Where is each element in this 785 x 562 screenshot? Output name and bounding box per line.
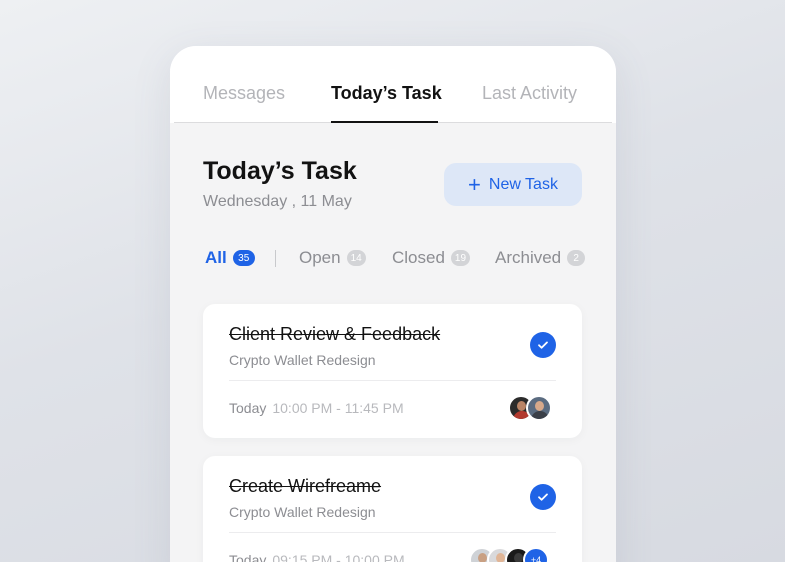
active-tab-indicator xyxy=(331,121,438,123)
filter-separator xyxy=(275,250,276,267)
task-day: Today xyxy=(229,552,267,562)
task-done-checkbox[interactable] xyxy=(530,332,556,358)
page-date: Wednesday , 11 May xyxy=(203,193,352,210)
card-divider xyxy=(229,380,556,381)
tab-todays-task[interactable]: Today’s Task xyxy=(331,82,442,104)
avatar-face xyxy=(496,553,505,562)
avatar-shirt xyxy=(531,411,549,419)
tab-bar: Messages Today’s Task Last Activity xyxy=(170,46,616,123)
task-card[interactable]: Create Wirefreame Crypto Wallet Redesign… xyxy=(203,456,582,562)
count-badge: 14 xyxy=(346,250,366,266)
page-title: Today’s Task xyxy=(203,157,357,185)
filter-label: Archived xyxy=(495,248,562,267)
task-time: Today 09:15 PM - 10:00 PM xyxy=(229,552,405,562)
tab-messages[interactable]: Messages xyxy=(203,82,285,104)
avatar-face xyxy=(478,553,487,562)
check-icon xyxy=(538,341,548,349)
card-divider xyxy=(229,532,556,533)
avatar-face xyxy=(517,401,526,411)
filter-archived[interactable]: Archived 2 xyxy=(495,248,586,268)
filter-all[interactable]: All 35 xyxy=(205,248,255,268)
task-day: Today xyxy=(229,400,267,416)
plus-icon: + xyxy=(468,171,481,197)
task-time-range: 09:15 PM - 10:00 PM xyxy=(272,552,405,562)
avatar xyxy=(526,395,552,421)
check-icon xyxy=(538,493,548,501)
new-task-label: New Task xyxy=(488,175,558,193)
filter-open[interactable]: Open 14 xyxy=(299,248,366,268)
task-project: Crypto Wallet Redesign xyxy=(229,504,376,520)
task-title: Create Wirefreame xyxy=(229,476,382,496)
filter-label: All xyxy=(205,248,227,267)
filter-label: Open xyxy=(299,248,341,267)
avatar-face xyxy=(514,553,523,562)
new-task-button[interactable]: + New Task xyxy=(444,163,582,206)
count-badge: 35 xyxy=(232,250,255,266)
filter-label: Closed xyxy=(392,248,445,267)
count-badge: 2 xyxy=(567,250,586,266)
task-project: Crypto Wallet Redesign xyxy=(229,352,376,368)
tab-last-activity[interactable]: Last Activity xyxy=(482,82,577,104)
task-card[interactable]: Client Review & Feedback Crypto Wallet R… xyxy=(203,304,582,438)
task-done-checkbox[interactable] xyxy=(530,484,556,510)
filter-closed[interactable]: Closed 19 xyxy=(392,248,471,268)
more-assignees-badge: +4 xyxy=(523,547,549,562)
avatar-face xyxy=(535,401,544,411)
task-panel: Messages Today’s Task Last Activity Toda… xyxy=(170,46,616,562)
task-time-range: 10:00 PM - 11:45 PM xyxy=(272,400,404,416)
task-time: Today 10:00 PM - 11:45 PM xyxy=(229,400,404,416)
count-badge: 19 xyxy=(450,250,471,266)
task-title: Client Review & Feedback xyxy=(229,324,441,344)
